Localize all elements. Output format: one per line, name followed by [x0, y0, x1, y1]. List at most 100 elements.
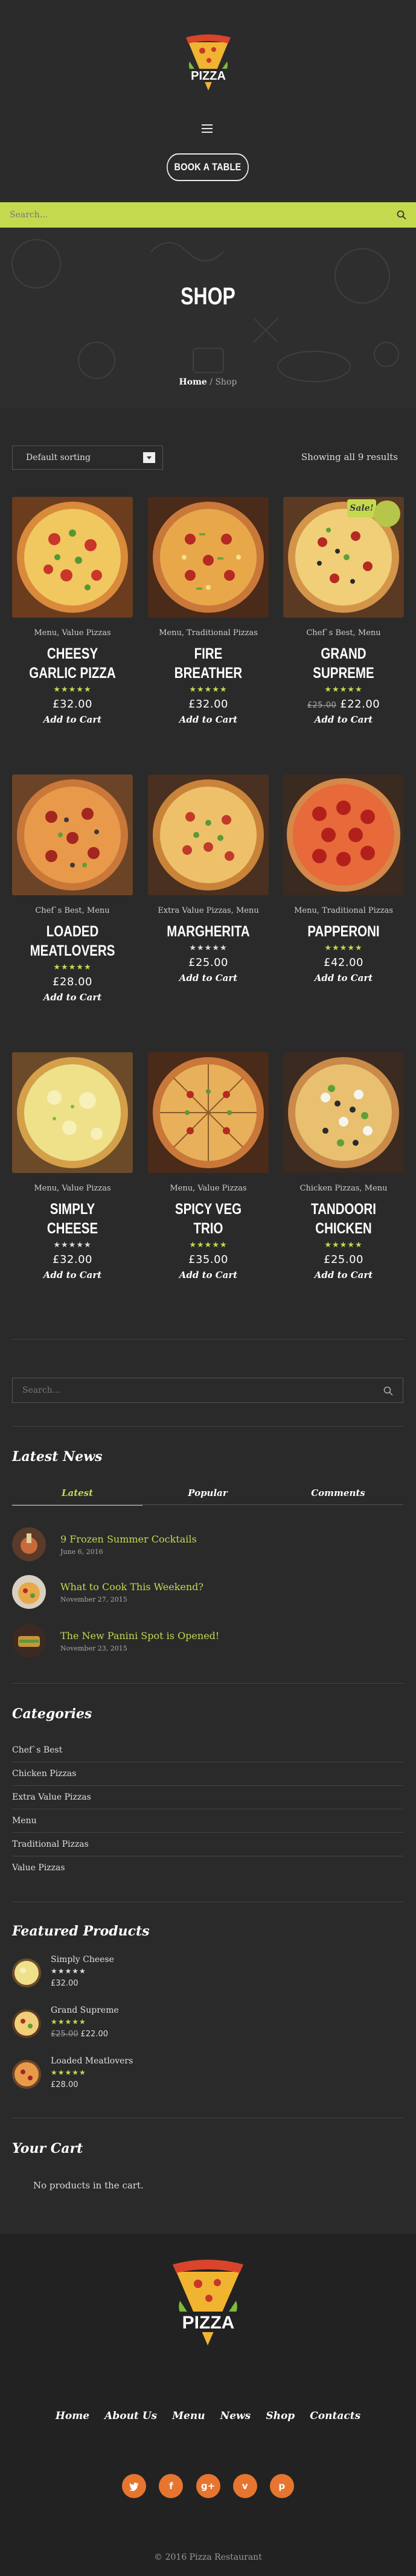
pinterest-icon[interactable]: p	[269, 2474, 294, 2498]
footer-nav-contacts[interactable]: Contacts	[310, 2410, 360, 2422]
product-image[interactable]	[283, 1052, 404, 1173]
add-to-cart-button[interactable]: Add to Cart	[12, 992, 133, 1003]
product-categories[interactable]: Menu, Value Pizzas	[148, 1183, 269, 1195]
product-categories[interactable]: Menu, Traditional Pizzas	[283, 905, 404, 917]
copyright: © 2016 Pizza Restaurant	[154, 2552, 262, 2562]
news-item: The New Panini Spot is Opened! November …	[12, 1624, 403, 1660]
tab-popular[interactable]: Popular	[142, 1488, 273, 1506]
breadcrumb-home-link[interactable]: Home	[179, 377, 207, 387]
product-title[interactable]: SIMPLY CHEESE	[23, 1200, 122, 1238]
featured-product-name[interactable]: Grand Supreme	[51, 2006, 119, 2015]
vimeo-icon[interactable]: v	[232, 2474, 257, 2498]
footer-nav-news[interactable]: News	[220, 2410, 251, 2422]
product-price: £32.00	[53, 1253, 92, 1266]
featured-product-name[interactable]: Loaded Meatlovers	[51, 2056, 133, 2066]
product-image[interactable]	[283, 775, 404, 895]
product-title[interactable]: TANDOORI CHICKEN	[294, 1200, 393, 1238]
twitter-icon[interactable]	[122, 2474, 147, 2498]
product-image[interactable]	[148, 497, 269, 618]
news-thumbnail[interactable]	[12, 1575, 46, 1609]
footer-nav-home[interactable]: Home	[56, 2410, 89, 2422]
menu-toggle-icon[interactable]	[202, 124, 213, 133]
product-price: £25.00 £22.00	[283, 698, 404, 711]
add-to-cart-button[interactable]: Add to Cart	[148, 714, 269, 725]
breadcrumb-separator: /	[206, 377, 216, 387]
add-to-cart-button[interactable]: Add to Cart	[283, 714, 404, 725]
product-title[interactable]: SPICY VEG TRIO	[159, 1200, 258, 1238]
footer-pizza-logo[interactable]: PIZZA	[158, 2255, 258, 2360]
product-title[interactable]: GRAND SUPREME	[294, 644, 393, 683]
chevron-down-icon[interactable]	[143, 452, 155, 463]
search-input[interactable]	[0, 202, 386, 228]
product-categories[interactable]: Menu, Value Pizzas	[12, 627, 133, 639]
news-title[interactable]: 9 Frozen Summer Cocktails	[60, 1533, 197, 1545]
product-image[interactable]	[148, 775, 269, 895]
product-categories[interactable]: Menu, Value Pizzas	[12, 1183, 133, 1195]
quick-view-icon[interactable]	[374, 500, 400, 527]
product-title[interactable]: MARGHERITA	[159, 922, 258, 941]
product-title[interactable]: FIRE BREATHER	[159, 644, 258, 683]
divider	[12, 1426, 403, 1427]
featured-product-image[interactable]	[12, 1958, 41, 1987]
svg-text:PIZZA: PIZZA	[182, 2313, 235, 2333]
footer-nav-about[interactable]: About Us	[104, 2410, 157, 2422]
divider	[12, 1683, 403, 1684]
tab-latest[interactable]: Latest	[12, 1488, 142, 1506]
star-rating: ★★★★★	[53, 685, 92, 694]
product-title[interactable]: LOADED MEATLOVERS	[23, 922, 122, 960]
footer-nav-menu[interactable]: Menu	[172, 2410, 205, 2422]
product-categories[interactable]: Chicken Pizzas, Menu	[283, 1183, 404, 1195]
category-link[interactable]: Chicken Pizzas	[12, 1762, 403, 1786]
news-thumbnail[interactable]	[12, 1624, 46, 1658]
category-link[interactable]: Menu	[12, 1809, 403, 1833]
featured-product-image[interactable]	[12, 2009, 41, 2038]
add-to-cart-button[interactable]: Add to Cart	[12, 714, 133, 725]
add-to-cart-button[interactable]: Add to Cart	[148, 1270, 269, 1280]
footer-nav-shop[interactable]: Shop	[266, 2410, 295, 2422]
product-image[interactable]	[12, 497, 133, 618]
site-footer: PIZZA Home About Us Menu News Shop Conta…	[0, 2234, 416, 2576]
product-price: £32.00	[53, 698, 92, 711]
add-to-cart-button[interactable]: Add to Cart	[148, 973, 269, 983]
sort-select[interactable]: Default sorting	[12, 446, 163, 470]
news-title[interactable]: The New Panini Spot is Opened!	[60, 1630, 219, 1641]
top-search-bar	[0, 202, 416, 228]
product-price: £42.00	[324, 956, 363, 969]
product-image[interactable]	[12, 775, 133, 895]
category-list: Chef`s Best Chicken Pizzas Extra Value P…	[12, 1739, 403, 1880]
featured-products-title: Featured Products	[12, 1923, 150, 1939]
product-categories[interactable]: Chef`s Best, Menu	[12, 905, 133, 917]
featured-product: Simply Cheese ★★★★★ £32.00	[12, 1955, 403, 1991]
google-plus-icon[interactable]: g+	[196, 2474, 220, 2498]
search-icon[interactable]	[397, 210, 406, 220]
sidebar-search-input[interactable]	[13, 1378, 375, 1402]
product-image[interactable]: Sale!	[283, 497, 404, 618]
tab-comments[interactable]: Comments	[273, 1488, 403, 1506]
tabs-underline	[12, 1504, 403, 1505]
featured-product-name[interactable]: Simply Cheese	[51, 1955, 114, 1964]
search-icon[interactable]	[383, 1386, 393, 1396]
add-to-cart-button[interactable]: Add to Cart	[12, 1270, 133, 1280]
product-categories[interactable]: Extra Value Pizzas, Menu	[148, 905, 269, 917]
product-image[interactable]	[148, 1052, 269, 1173]
facebook-icon[interactable]: f	[159, 2474, 184, 2498]
featured-product-image[interactable]	[12, 2060, 41, 2089]
add-to-cart-button[interactable]: Add to Cart	[283, 1270, 404, 1280]
pizza-logo[interactable]: PIZZA	[175, 31, 242, 104]
product-image[interactable]	[12, 1052, 133, 1173]
category-link[interactable]: Value Pizzas	[12, 1856, 403, 1880]
product-categories[interactable]: Menu, Traditional Pizzas	[148, 627, 269, 639]
old-price: £25.00	[51, 2030, 78, 2039]
product-card: Extra Value Pizzas, Menu MARGHERITA ★★★★…	[148, 775, 269, 983]
category-link[interactable]: Extra Value Pizzas	[12, 1786, 403, 1809]
news-thumbnail[interactable]	[12, 1527, 46, 1561]
product-title[interactable]: CHEESY GARLIC PIZZA	[23, 644, 122, 683]
category-link[interactable]: Chef`s Best	[12, 1739, 403, 1762]
category-link[interactable]: Traditional Pizzas	[12, 1833, 403, 1856]
product-categories[interactable]: Chef`s Best, Menu	[283, 627, 404, 639]
book-table-button[interactable]: BOOK A TABLE	[167, 153, 249, 181]
news-title[interactable]: What to Cook This Weekend?	[60, 1581, 203, 1593]
featured-product-price: £32.00	[51, 1979, 78, 1988]
product-title[interactable]: PAPPERONI	[294, 922, 393, 941]
add-to-cart-button[interactable]: Add to Cart	[283, 973, 404, 983]
